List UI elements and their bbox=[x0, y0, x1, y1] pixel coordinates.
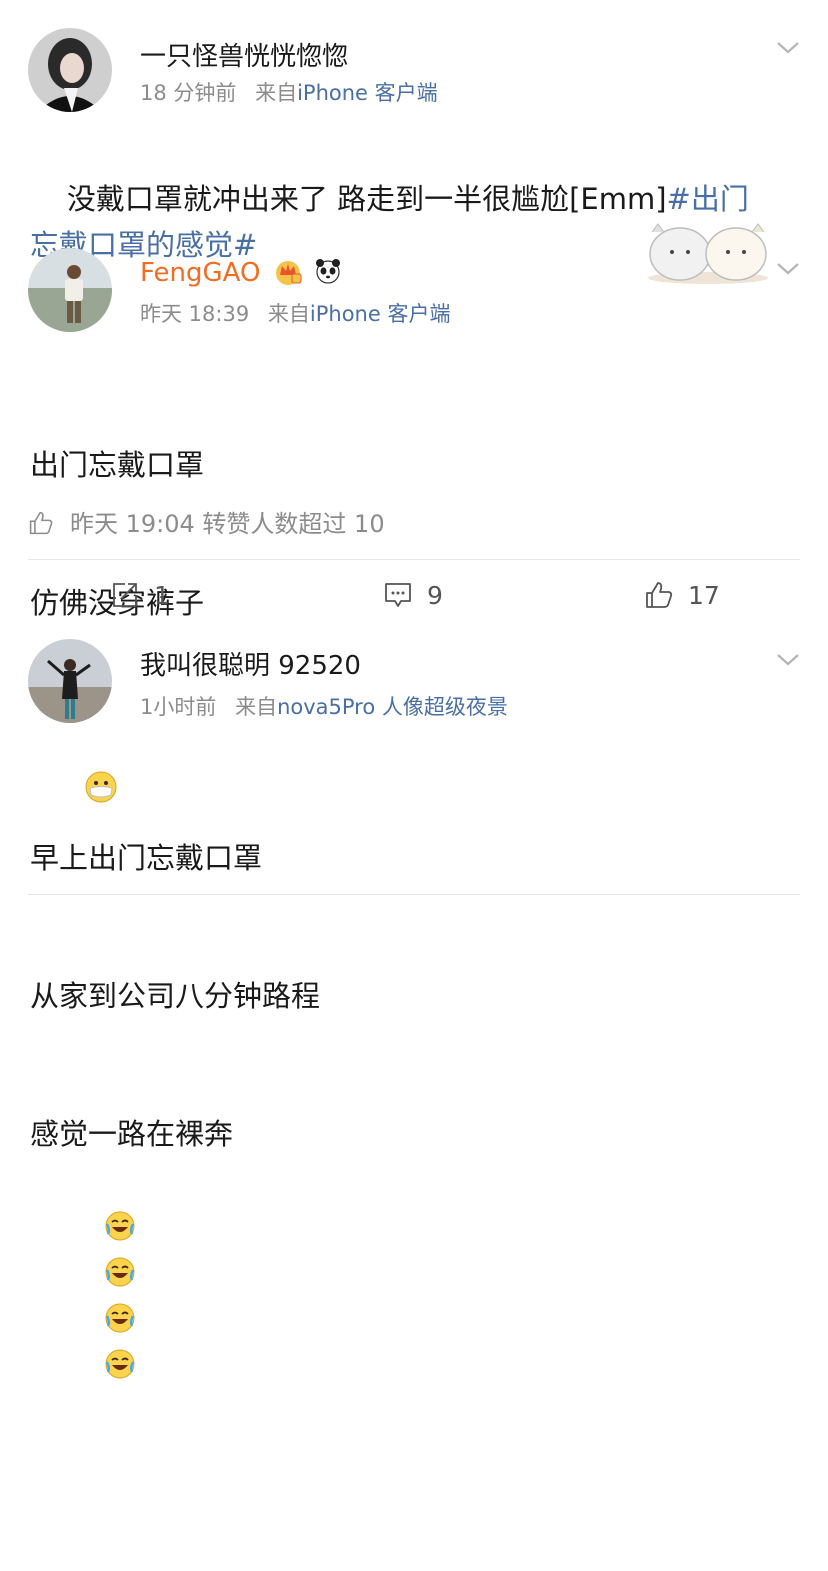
like-info: 昨天 19:04 转赞人数超过 10 bbox=[28, 504, 385, 539]
post-meta: 1小时前 来自nova5Pro 人像超级夜景 bbox=[140, 691, 508, 721]
avatar[interactable] bbox=[28, 28, 112, 112]
emoji-row bbox=[30, 1209, 136, 1427]
action-bar: 1 9 17 bbox=[0, 570, 828, 620]
source-link[interactable]: nova5Pro 人像超级夜景 bbox=[277, 695, 508, 719]
like-icon[interactable] bbox=[28, 510, 54, 536]
source-link[interactable]: iPhone 客户端 bbox=[310, 302, 451, 326]
repost-icon bbox=[113, 583, 137, 607]
comment-button[interactable]: 9 bbox=[383, 570, 443, 620]
text-line: 早上出门忘戴口罩 bbox=[30, 841, 263, 875]
username[interactable]: 我叫很聪明 92520 bbox=[140, 645, 361, 682]
crown-icon bbox=[275, 261, 302, 285]
divider bbox=[28, 559, 800, 560]
avatar[interactable] bbox=[28, 248, 112, 332]
comment-icon bbox=[385, 583, 411, 607]
like-count: 17 bbox=[688, 580, 720, 610]
username[interactable]: FengGAO bbox=[140, 256, 343, 288]
repost-button[interactable]: 1 bbox=[110, 570, 170, 620]
laugh-cry-emoji-icon bbox=[105, 1349, 135, 1379]
hashtag-part1[interactable]: #出门 bbox=[667, 182, 749, 216]
laugh-cry-emoji-icon bbox=[105, 1211, 135, 1241]
comment-3: 我叫很聪明 92520 1小时前 来自nova5Pro 人像超级夜景 早上出门忘… bbox=[0, 625, 828, 1379]
post-meta: 昨天 18:39 来自iPhone 客户端 bbox=[140, 298, 450, 328]
timestamp: 18 分钟前 bbox=[140, 81, 237, 105]
comment-1: 一只怪兽恍恍惚惚 18 分钟前 来自iPhone 客户端 没戴口罩就冲出来了 路… bbox=[0, 0, 828, 262]
post-meta: 18 分钟前 来自iPhone 客户端 bbox=[140, 77, 438, 107]
repost-count: 1 bbox=[154, 580, 170, 610]
laugh-cry-emoji-icon bbox=[105, 1303, 135, 1333]
source-link[interactable]: iPhone 客户端 bbox=[297, 81, 438, 105]
source-prefix: 来自 bbox=[255, 81, 298, 105]
username[interactable]: 一只怪兽恍恍惚惚 bbox=[140, 36, 348, 73]
chevron-down-icon[interactable] bbox=[774, 33, 802, 61]
username-text[interactable]: FengGAO bbox=[140, 258, 260, 288]
text-main: 没戴口罩就冲出来了 路走到一半很尴尬[Emm] bbox=[66, 182, 667, 216]
laugh-cry-emoji-icon bbox=[105, 1257, 135, 1287]
comment-count: 9 bbox=[427, 580, 443, 610]
chevron-down-icon[interactable] bbox=[774, 645, 802, 673]
timestamp: 昨天 18:39 bbox=[140, 302, 250, 326]
comment-2: FengGAO 昨天 18:39 来自iPhone 客户端 出门忘戴口罩 仿佛没… bbox=[0, 230, 828, 803]
like-icon bbox=[646, 582, 673, 608]
text-line: 感觉一路在裸奔 bbox=[30, 1111, 800, 1479]
avatar[interactable] bbox=[28, 639, 112, 723]
text-line-content: 感觉一路在裸奔 bbox=[30, 1117, 234, 1151]
chevron-down-icon[interactable] bbox=[774, 254, 802, 282]
panda-icon bbox=[315, 259, 340, 284]
divider bbox=[28, 894, 800, 895]
like-info-text: 昨天 19:04 转赞人数超过 10 bbox=[70, 510, 385, 538]
source-prefix: 来自 bbox=[267, 302, 310, 326]
timestamp: 1小时前 bbox=[140, 695, 217, 719]
source-prefix: 来自 bbox=[235, 695, 278, 719]
like-button[interactable]: 17 bbox=[644, 570, 720, 620]
comment-text: 早上出门忘戴口罩 从家到公司八分钟路程 感觉一路在裸奔 bbox=[30, 743, 800, 1571]
text-line: 从家到公司八分钟路程 bbox=[30, 979, 321, 1013]
text-line: 出门忘戴口罩 bbox=[30, 448, 205, 482]
